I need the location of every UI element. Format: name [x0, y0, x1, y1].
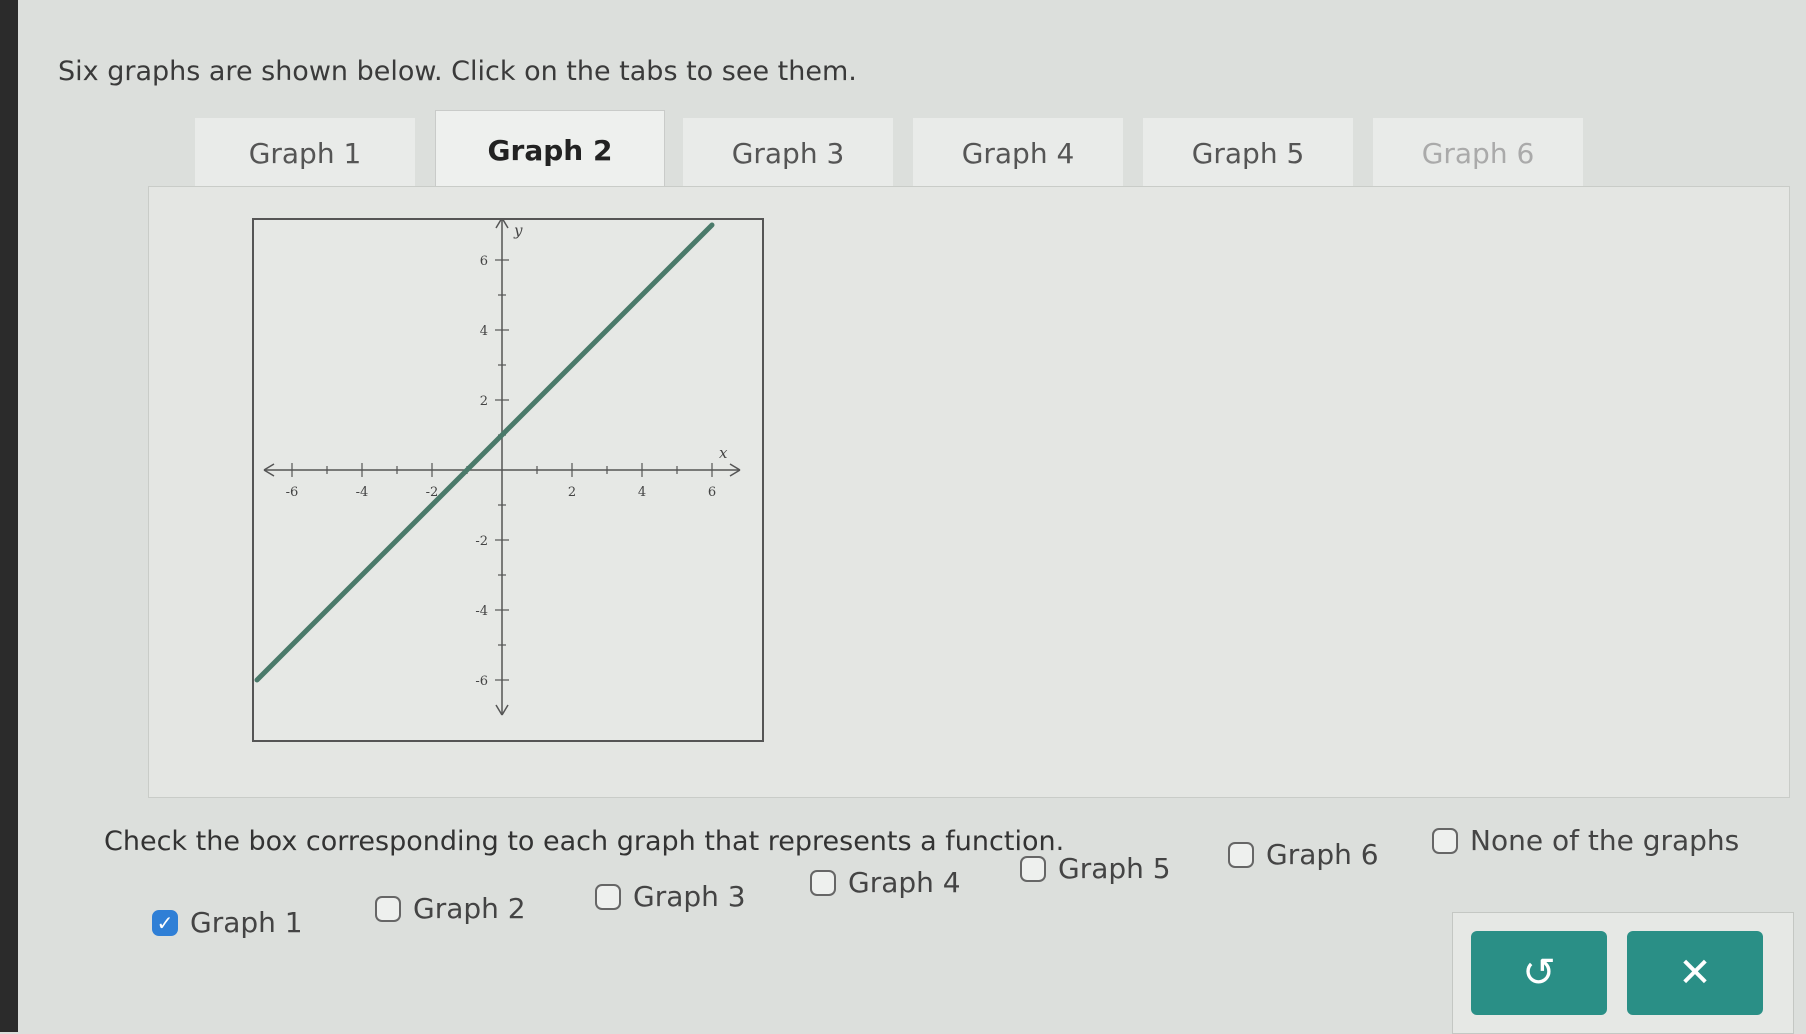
- close-icon: ✕: [1678, 950, 1712, 996]
- option-graph-5[interactable]: Graph 5: [1020, 852, 1171, 885]
- x-axis-label: x: [719, 444, 728, 462]
- checkbox-icon[interactable]: [1432, 827, 1458, 854]
- x-tick-label: -6: [286, 485, 299, 500]
- checkbox-icon[interactable]: [375, 895, 401, 922]
- undo-icon: ↺: [1522, 950, 1556, 996]
- screen-edge: [0, 0, 18, 1032]
- option-graph-4[interactable]: Graph 4: [810, 866, 961, 899]
- tab-graph-5[interactable]: Graph 5: [1143, 118, 1353, 188]
- instruction-text: Six graphs are shown below. Click on the…: [58, 56, 857, 87]
- clear-button[interactable]: ✕: [1627, 931, 1763, 1015]
- x-tick-label: 2: [568, 485, 576, 500]
- y-tick-label: 4: [480, 324, 488, 339]
- tab-graph-4[interactable]: Graph 4: [913, 118, 1123, 188]
- coordinate-plane: -6 -4 -2 2 4 6642-2-4-6xy: [254, 220, 741, 716]
- y-tick-label: -2: [475, 534, 488, 549]
- tab-graph-2[interactable]: Graph 2: [435, 110, 665, 189]
- checkbox-icon[interactable]: [1020, 855, 1046, 882]
- option-label: Graph 1: [190, 906, 303, 939]
- question-text: Check the box corresponding to each grap…: [104, 826, 1065, 857]
- y-tick-label: 6: [480, 254, 488, 269]
- option-label: None of the graphs: [1470, 824, 1740, 857]
- y-tick-label: 2: [480, 394, 488, 409]
- checkbox-icon[interactable]: [810, 869, 836, 896]
- x-tick-label: -4: [356, 485, 369, 500]
- option-label: Graph 6: [1266, 838, 1379, 871]
- checked-box-icon[interactable]: ✓: [152, 909, 178, 936]
- tab-graph-6[interactable]: Graph 6: [1373, 118, 1583, 188]
- y-tick-label: -6: [475, 674, 488, 689]
- undo-button[interactable]: ↺: [1471, 931, 1607, 1015]
- option-graph-6[interactable]: Graph 6: [1228, 838, 1379, 871]
- y-tick-label: -4: [475, 604, 488, 619]
- tab-graph-3[interactable]: Graph 3: [683, 118, 893, 188]
- option-graph-3[interactable]: Graph 3: [595, 880, 746, 913]
- tab-graph-1[interactable]: Graph 1: [195, 118, 415, 188]
- checkbox-icon[interactable]: [1228, 841, 1254, 868]
- option-none[interactable]: None of the graphs: [1432, 824, 1739, 857]
- graph-tabs: Graph 1 Graph 2 Graph 3 Graph 4 Graph 5 …: [195, 100, 1795, 189]
- graph-2-plot: -6 -4 -2 2 4 6 6 4 2 -2 -4 -6 x y: [252, 218, 764, 742]
- option-graph-2[interactable]: Graph 2: [375, 892, 526, 925]
- action-buttons: ↺ ✕: [1452, 912, 1794, 1034]
- option-label: Graph 5: [1058, 852, 1171, 885]
- y-axis-label: y: [513, 222, 523, 240]
- x-tick-label: 4: [638, 485, 646, 500]
- option-graph-1[interactable]: ✓ Graph 1: [152, 906, 303, 939]
- option-label: Graph 2: [413, 892, 526, 925]
- option-label: Graph 3: [633, 880, 746, 913]
- checkbox-icon[interactable]: [595, 883, 621, 910]
- x-tick-label: 6: [708, 485, 716, 500]
- option-label: Graph 4: [848, 866, 961, 899]
